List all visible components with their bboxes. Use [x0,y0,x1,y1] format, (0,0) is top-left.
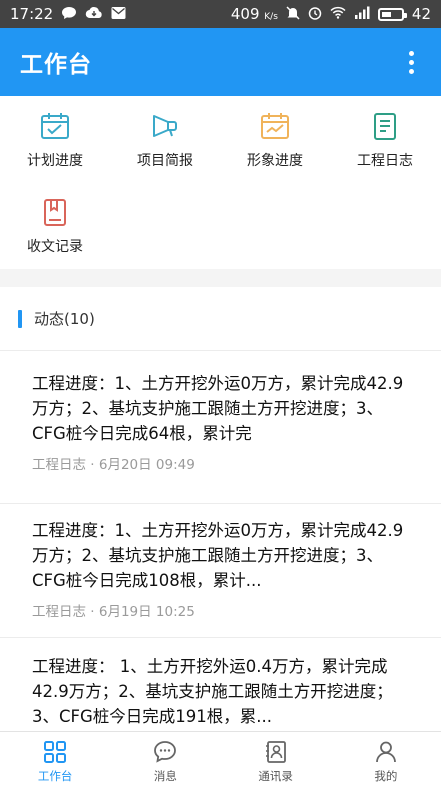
person-icon [375,741,396,763]
chat-icon [154,741,177,763]
feed-card-body: 工程进度：1、土方开挖外运0万方，累计完成42.9万方；2、基坑支护施工跟随土方… [32,521,404,590]
signal-icon [354,6,370,22]
contacts-icon [265,741,286,763]
grid-item-label: 项目简报 [137,153,193,169]
status-bar: 17:22 409 K/s 42 [0,0,441,28]
mail-icon [111,6,126,23]
book-icon [44,199,66,226]
cloud-download-icon [85,6,103,23]
mute-icon [286,5,300,23]
nav-item-profile[interactable]: 我的 [331,732,441,791]
grid-item-project-brief[interactable]: 项目简报 [110,96,220,176]
nav-item-label: 工作台 [37,769,73,783]
grid-item-engineering-log[interactable]: 工程日志 [330,96,440,176]
app-bar: 工作台 [0,28,441,96]
feed-header-title: 动态(10) [34,310,95,328]
nav-item-messages[interactable]: 消息 [110,732,220,791]
grid-item-plan-progress[interactable]: 计划进度 [0,96,110,176]
feed-card[interactable]: 工程进度：1、土方开挖外运0万方，累计完成42.9万方；2、基坑支护施工跟随土方… [0,518,441,638]
network-speed-value: 409 [230,5,260,23]
nav-item-label: 通讯录 [258,769,293,783]
activity-feed: 动态(10) 工程进度：1、土方开挖外运0万方，累计完成42.9万方；2、基坑支… [0,287,441,731]
network-speed: 409 K/s [231,5,278,23]
more-options-icon[interactable] [401,45,421,79]
grid-item-document-record[interactable]: 收文记录 [0,182,110,262]
bottom-navigation: 工作台 消息 通讯录 我的 [0,731,441,791]
wifi-icon [330,6,346,22]
feed-header-accent [18,309,22,328]
alarm-icon [308,6,322,23]
battery-icon [377,7,407,21]
grid-icon [44,741,67,763]
grid-item-label: 计划进度 [27,153,83,169]
battery-level: 42 [411,5,431,23]
grid-item-label: 形象进度 [247,153,303,169]
nav-item-workbench[interactable]: 工作台 [0,732,110,791]
feed-card-body: 工程进度： 1、土方开挖外运0.4万方，累计完成42.9万方；2、基坑支护施工跟… [32,657,393,726]
network-speed-unit: K/s [264,12,278,22]
feed-card-body: 工程进度：1、土方开挖外运0万方，累计完成42.9万方；2、基坑支护施工跟随土方… [32,374,404,443]
calendar-progress-icon [261,113,289,139]
nav-item-label: 我的 [374,769,398,783]
nav-item-contacts[interactable]: 通讯录 [221,732,331,791]
calendar-check-icon [41,113,69,139]
nav-item-label: 消息 [153,769,177,783]
grid-item-label: 收文记录 [27,239,83,255]
function-grid: 计划进度 项目简报 形象进度 工程日志 收文记录 [0,96,441,269]
grid-item-label: 工程日志 [357,153,413,169]
grid-item-image-progress[interactable]: 形象进度 [220,96,330,176]
page-title: 工作台 [20,52,92,78]
chat-bubble-icon [61,6,77,23]
feed-header: 动态(10) [0,287,441,351]
feed-card-meta: 工程日志 · 6月19日 10:25 [32,604,195,620]
megaphone-icon [153,115,177,137]
feed-card-meta: 工程日志 · 6月20日 09:49 [32,457,195,473]
status-time: 17:22 [10,5,54,23]
document-log-icon [374,113,396,140]
feed-card[interactable]: 工程进度： 1、土方开挖外运0.4万方，累计完成42.9万方；2、基坑支护施工跟… [0,654,441,731]
feed-card[interactable]: 工程进度：1、土方开挖外运0万方，累计完成42.9万方；2、基坑支护施工跟随土方… [0,371,441,504]
